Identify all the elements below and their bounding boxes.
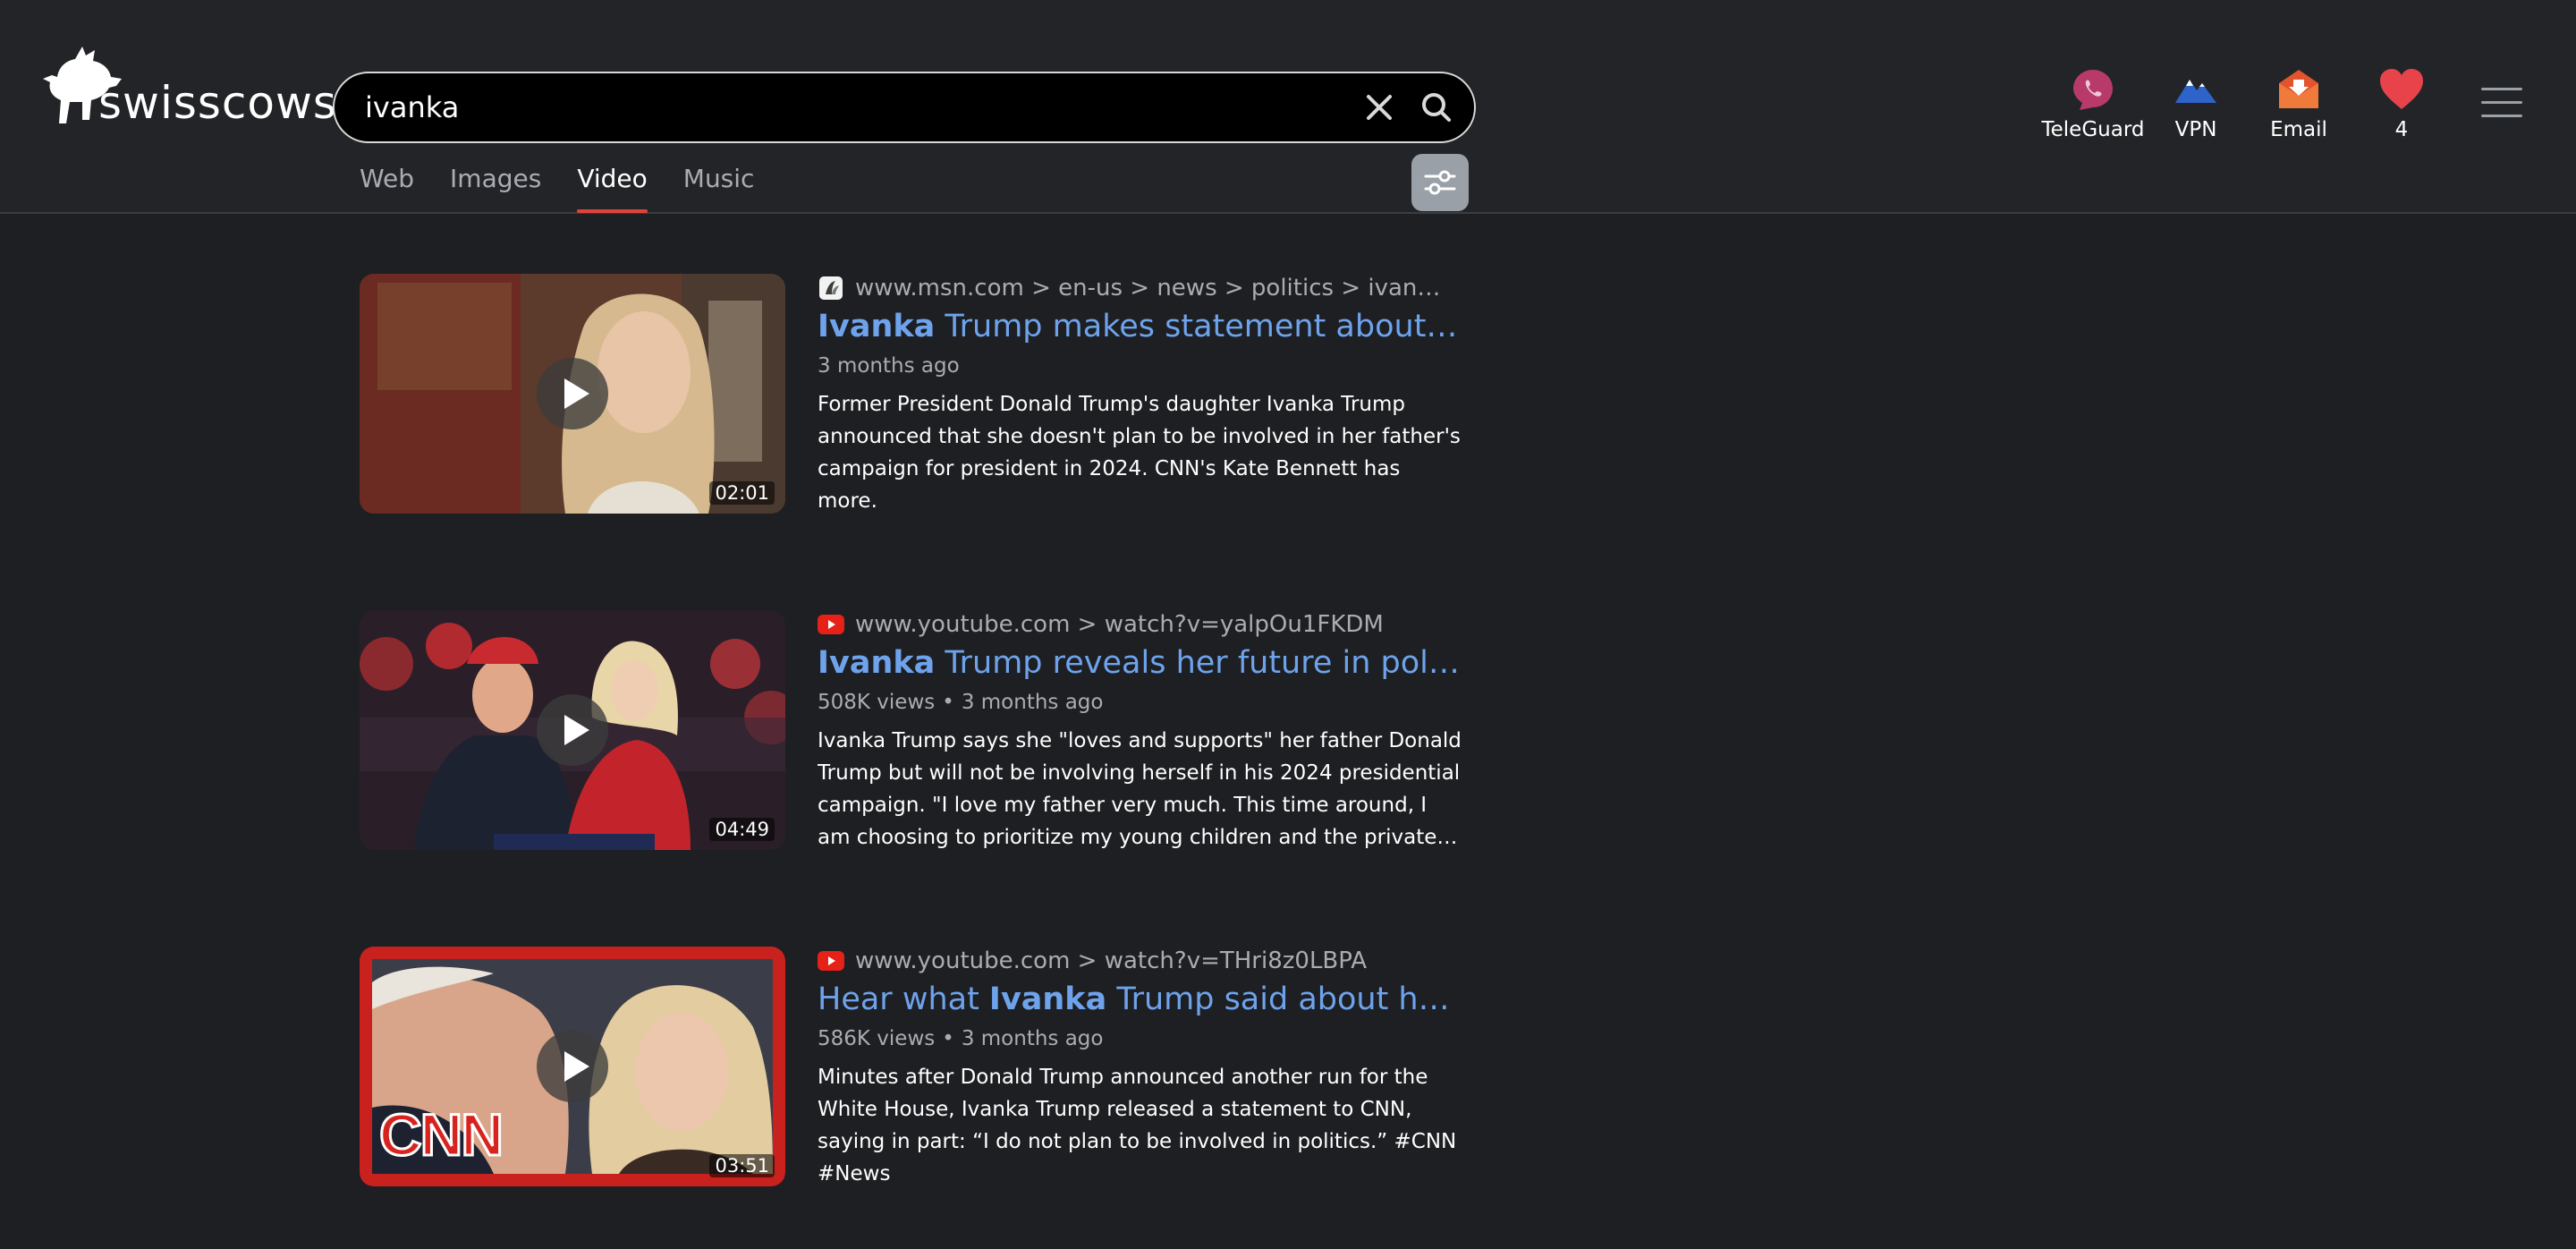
video-result: 04:49 www.youtube.com > watch?v=yalpOu1F…	[360, 610, 1462, 947]
result-url-line[interactable]: www.msn.com > en-us > news > politics > …	[818, 270, 1462, 306]
result-meta: 508K views • 3 months ago	[818, 691, 1462, 718]
donations-button[interactable]: 4	[2348, 66, 2455, 141]
swisscows-logo[interactable]: swisscows	[39, 39, 336, 138]
play-icon[interactable]	[537, 1031, 608, 1102]
result-info: www.msn.com > en-us > news > politics > …	[818, 270, 1462, 517]
teleguard-button[interactable]: TeleGuard	[2039, 66, 2147, 141]
clear-icon[interactable]	[1363, 91, 1395, 123]
vpn-icon	[2173, 66, 2219, 113]
title-highlight: Ivanka	[818, 309, 936, 344]
email-icon	[2275, 66, 2322, 113]
result-url-line[interactable]: www.youtube.com > watch?v=yalpOu1FKDM	[818, 607, 1462, 642]
result-description: Former President Donald Trump's daughter…	[818, 393, 1461, 513]
meta-separator: •	[942, 1027, 954, 1050]
result-url: www.youtube.com > watch?v=yalpOu1FKDM	[855, 611, 1384, 638]
result-url: www.youtube.com > watch?v=THri8z0LBPA	[855, 947, 1368, 974]
play-icon[interactable]	[537, 358, 608, 429]
title-suffix: Trump makes statement about fat...	[935, 309, 1462, 344]
result-age: 3 months ago	[818, 354, 960, 378]
sliders-icon	[1424, 170, 1456, 195]
youtube-icon	[818, 947, 844, 974]
play-icon[interactable]	[537, 694, 608, 766]
meta-separator: •	[942, 691, 954, 714]
filter-button[interactable]	[1411, 154, 1469, 211]
result-meta: 586K views • 3 months ago	[818, 1027, 1462, 1054]
email-button[interactable]: Email	[2245, 66, 2352, 141]
result-views: 586K views	[818, 1027, 936, 1050]
search-input[interactable]	[365, 73, 1304, 141]
result-age: 3 months ago	[961, 691, 1104, 714]
tab-web[interactable]: Web	[360, 152, 414, 213]
video-thumbnail[interactable]: CNN 03:51	[360, 947, 785, 1186]
video-thumbnail[interactable]: 04:49	[360, 610, 785, 850]
video-result: 02:01 www.msn.com > en-us > news > polit…	[360, 274, 1462, 610]
heart-icon	[2378, 66, 2425, 113]
result-description: Minutes after Donald Trump announced ano…	[818, 1066, 1457, 1185]
result-title[interactable]: Hear what Ivanka Trump said about her f.…	[818, 979, 1462, 1020]
video-results: 02:01 www.msn.com > en-us > news > polit…	[360, 274, 1462, 1249]
title-prefix: Hear what	[818, 981, 989, 1017]
cnn-watermark: CNN	[378, 1100, 505, 1169]
title-suffix: Trump reveals her future in politics	[935, 645, 1462, 681]
result-title[interactable]: Ivanka Trump makes statement about fat..…	[818, 306, 1462, 347]
header-actions: TeleGuard VPN Email 4	[2039, 66, 2451, 141]
teleguard-label: TeleGuard	[2041, 118, 2145, 141]
result-title[interactable]: Ivanka Trump reveals her future in polit…	[818, 642, 1462, 684]
video-thumbnail[interactable]: 02:01	[360, 274, 785, 514]
result-description: Ivanka Trump says she "loves and support…	[818, 729, 1462, 849]
logo-text: swisscows	[98, 77, 337, 129]
result-views: 508K views	[818, 691, 936, 714]
vpn-label: VPN	[2174, 118, 2217, 141]
menu-line	[2481, 88, 2522, 90]
result-url: www.msn.com > en-us > news > politics > …	[855, 275, 1445, 302]
title-highlight: Ivanka	[988, 981, 1107, 1017]
teleguard-icon	[2070, 66, 2116, 113]
tab-video[interactable]: Video	[577, 152, 648, 213]
menu-line	[2481, 101, 2522, 104]
video-duration: 04:49	[709, 818, 775, 841]
search-icon[interactable]	[1419, 89, 1454, 125]
heart-count: 4	[2394, 118, 2409, 141]
hamburger-menu-icon[interactable]	[2481, 88, 2522, 123]
video-duration: 02:01	[709, 481, 775, 505]
search-box	[333, 72, 1476, 143]
result-age: 3 months ago	[961, 1027, 1104, 1050]
title-suffix: Trump said about her f...	[1106, 981, 1462, 1017]
result-meta: 3 months ago	[818, 354, 1462, 381]
header: swisscows Web Images Video Music	[0, 0, 2576, 214]
email-label: Email	[2270, 118, 2327, 141]
youtube-icon	[818, 611, 844, 638]
result-info: www.youtube.com > watch?v=THri8z0LBPA He…	[818, 943, 1462, 1190]
result-url-line[interactable]: www.youtube.com > watch?v=THri8z0LBPA	[818, 943, 1462, 979]
search-tabs: Web Images Video Music	[360, 152, 790, 213]
tab-images[interactable]: Images	[450, 152, 541, 213]
result-info: www.youtube.com > watch?v=yalpOu1FKDM Iv…	[818, 607, 1462, 854]
menu-line	[2481, 115, 2522, 117]
video-duration: 03:51	[709, 1154, 775, 1177]
title-highlight: Ivanka	[818, 645, 936, 681]
tab-music[interactable]: Music	[683, 152, 755, 213]
msn-icon	[818, 275, 844, 302]
vpn-button[interactable]: VPN	[2142, 66, 2250, 141]
video-result: CNN 03:51 www.youtube.com > watch?v=THri…	[360, 947, 1462, 1249]
